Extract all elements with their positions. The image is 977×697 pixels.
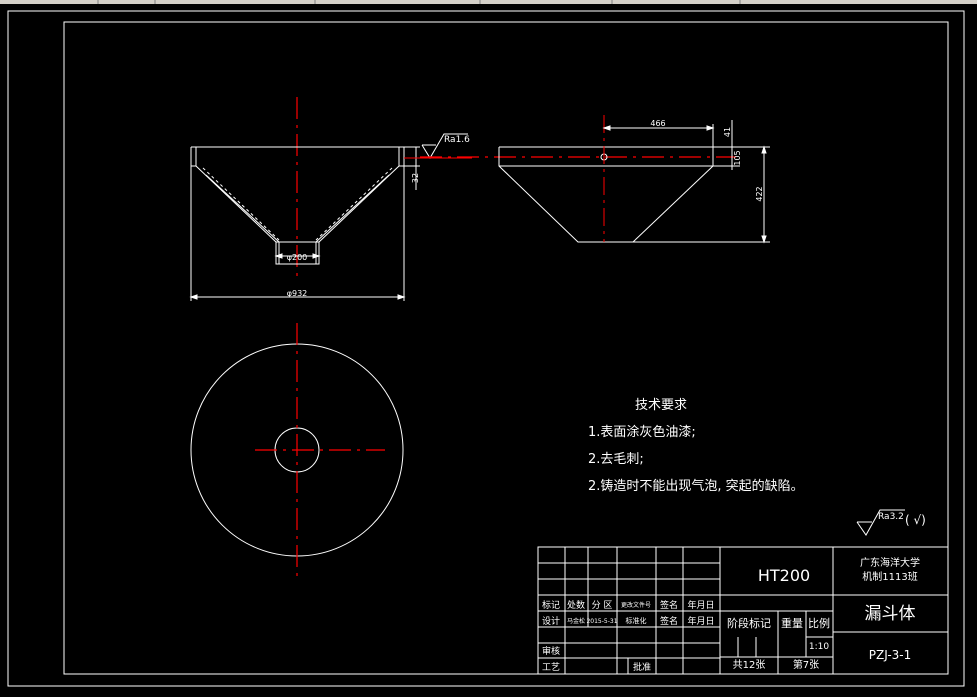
toolbar-strip bbox=[0, 0, 977, 4]
roughness-label-ra16: Ra1.6 bbox=[444, 135, 470, 145]
tech-req-item-1: 1.表面涂灰色油漆; bbox=[588, 424, 696, 440]
tb-design-date: 2015-5-31 bbox=[586, 618, 617, 625]
surface-finish-suffix: ( √) bbox=[905, 513, 926, 527]
tb-zone: 分 区 bbox=[592, 600, 613, 611]
tb-review: 审核 bbox=[542, 645, 560, 657]
tb-sign: 签名 bbox=[660, 599, 678, 611]
tb-mark: 标记 bbox=[542, 599, 560, 611]
tb-part-name: 漏斗体 bbox=[865, 604, 916, 624]
tb-designer: 马金松 bbox=[567, 617, 585, 625]
tb-date-2: 年月日 bbox=[687, 615, 714, 627]
dim-top-label: 41 bbox=[723, 127, 732, 137]
dim-width-label: 466 bbox=[650, 119, 665, 128]
tb-class: 机制1113班 bbox=[862, 570, 917, 583]
tech-req-item-3: 2.铸造时不能出现气泡, 突起的缺陷。 bbox=[588, 478, 804, 494]
tb-scale-value: 1:10 bbox=[809, 642, 829, 652]
tb-stage-mark: 阶段标记 bbox=[727, 616, 771, 630]
tb-standard: 标准化 bbox=[626, 616, 647, 625]
surface-finish-label: Ra3.2 bbox=[878, 512, 904, 522]
tb-sign-2: 签名 bbox=[660, 615, 678, 627]
tb-scale-label: 比例 bbox=[808, 616, 830, 630]
tb-change-doc: 更改文件号 bbox=[621, 601, 651, 609]
tb-material: HT200 bbox=[758, 566, 810, 585]
tb-sheet-no: 第7张 bbox=[793, 658, 819, 671]
tb-weight: 重量 bbox=[781, 616, 803, 630]
dim-top-dia-label: φ932 bbox=[287, 289, 308, 298]
tb-design: 设计 bbox=[542, 615, 560, 627]
tech-req-item-2: 2.去毛刺; bbox=[588, 452, 644, 467]
dim-rim-label: 32 bbox=[411, 173, 420, 183]
cad-drawing-canvas[interactable]: φ200 φ932 32 Ra1.6 466 41 105 422 技术要求 1… bbox=[0, 0, 977, 697]
dim-bottom-dia-label: φ200 bbox=[287, 253, 308, 262]
tb-approve: 批准 bbox=[633, 661, 651, 673]
dim-height-label: 422 bbox=[755, 186, 764, 201]
tb-total-sheets: 共12张 bbox=[733, 659, 766, 671]
canvas-background bbox=[0, 0, 977, 697]
tb-date: 年月日 bbox=[687, 599, 714, 611]
tb-drawing-no: PZJ-3-1 bbox=[869, 648, 912, 662]
tb-school: 广东海洋大学 bbox=[860, 556, 920, 569]
dim-step-label: 105 bbox=[733, 150, 742, 165]
tb-process: 工艺 bbox=[542, 662, 560, 673]
tb-count: 处数 bbox=[567, 599, 585, 611]
tech-req-title: 技术要求 bbox=[635, 398, 687, 413]
